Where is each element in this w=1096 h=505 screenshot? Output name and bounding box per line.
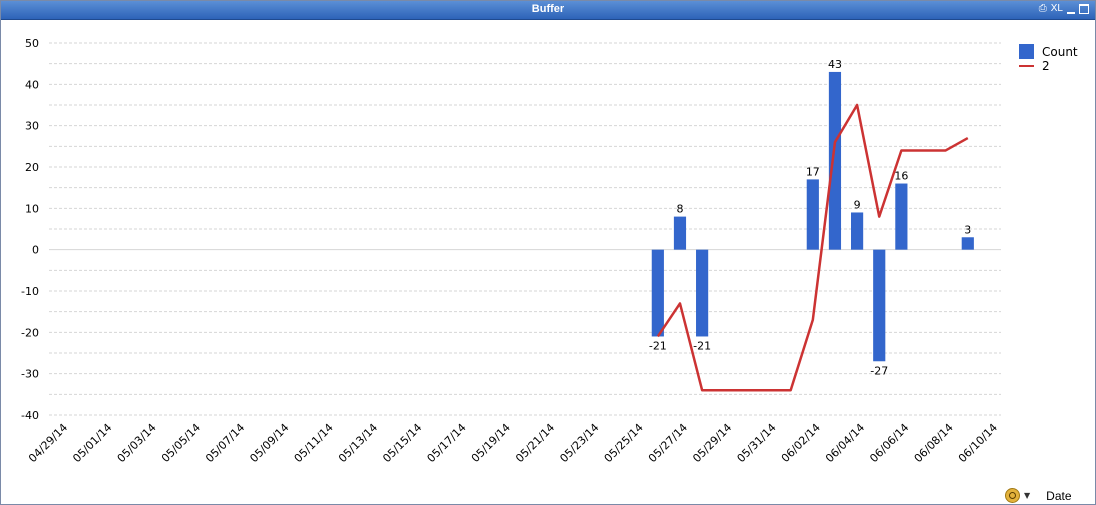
y-axis: -40 -30 -20 -10 0 10 20 30 40 50	[21, 37, 39, 422]
data-label: 16	[894, 170, 908, 183]
x-tick-label: 05/13/14	[336, 421, 380, 465]
bar	[895, 183, 908, 250]
x-axis: 04/29/14 05/01/14 05/03/14 05/05/14 05/07/14…	[26, 421, 1000, 465]
minimize-icon[interactable]	[1067, 12, 1075, 14]
x-tick-label: 05/17/14	[425, 421, 469, 465]
x-tick-label: 06/02/14	[779, 421, 823, 465]
data-label: -21	[693, 339, 711, 352]
x-tick-label: 05/29/14	[690, 421, 734, 465]
bar	[851, 212, 864, 250]
x-tick-label: 05/07/14	[203, 421, 247, 465]
data-label: 3	[964, 223, 971, 236]
x-tick-label: 06/06/14	[867, 421, 911, 465]
y-tick-label: 0	[32, 244, 39, 257]
x-tick-label: 05/09/14	[247, 421, 291, 465]
y-tick-label: 10	[25, 202, 39, 215]
y-tick-label: -40	[21, 409, 39, 422]
x-tick-label: 05/01/14	[70, 421, 114, 465]
x-tick-label: 05/23/14	[557, 421, 601, 465]
y-tick-label: -20	[21, 326, 39, 339]
y-tick-label: 30	[25, 120, 39, 133]
y-tick-label: 20	[25, 161, 39, 174]
bar	[673, 216, 687, 250]
x-tick-label: 05/21/14	[513, 421, 557, 465]
x-tick-label: 05/03/14	[115, 421, 159, 465]
x-tick-label: 05/19/14	[469, 421, 513, 465]
x-tick-label: 05/05/14	[159, 421, 203, 465]
maximize-icon[interactable]	[1079, 4, 1089, 14]
chevron-down-icon[interactable]: ▼	[1024, 491, 1030, 500]
x-tick-label: 05/31/14	[735, 421, 779, 465]
print-icon[interactable]: ⎙	[1039, 3, 1047, 15]
data-label: 8	[676, 203, 683, 216]
x-tick-label: 05/25/14	[602, 421, 646, 465]
data-label: 9	[854, 198, 861, 211]
dimension-cycle-control[interactable]: ▼ Date	[1005, 488, 1072, 503]
y-tick-label: -30	[21, 368, 39, 381]
x-tick-label: 06/10/14	[956, 421, 1000, 465]
title-bar-controls: ⎙ XL	[1039, 3, 1089, 15]
bar	[873, 249, 886, 362]
x-tick-label: 06/04/14	[823, 421, 867, 465]
y-tick-label: 50	[25, 37, 39, 50]
chart-window: Buffer ⎙ XL -40 -30 -20 -10 0 10 20 30 40 50 04/2…	[0, 0, 1096, 505]
data-label: 43	[828, 58, 842, 71]
bar	[651, 249, 664, 337]
bar	[696, 249, 709, 337]
y-tick-label: -10	[21, 285, 39, 298]
x-tick-label: 04/29/14	[26, 421, 70, 465]
bar	[828, 71, 842, 250]
legend-line-label: 2	[1042, 59, 1050, 73]
x-tick-label: 05/15/14	[380, 421, 424, 465]
bar	[961, 237, 974, 250]
window-title: Buffer	[531, 3, 565, 15]
legend: Count 2	[1019, 44, 1078, 73]
title-bar[interactable]: Buffer ⎙ XL	[1, 1, 1095, 20]
cycle-icon[interactable]	[1005, 488, 1020, 503]
legend-count-swatch	[1019, 44, 1034, 59]
x-dimension-label: Date	[1046, 488, 1072, 503]
bar	[806, 179, 819, 250]
x-tick-label: 06/08/14	[912, 421, 956, 465]
data-label: -21	[649, 339, 667, 352]
x-tick-label: 05/27/14	[646, 421, 690, 465]
y-tick-label: 40	[25, 78, 39, 91]
combo-chart: -40 -30 -20 -10 0 10 20 30 40 50 04/29/14 05/01/14…	[21, 37, 1078, 465]
data-label: -27	[870, 364, 888, 377]
data-label: 17	[806, 165, 820, 178]
x-tick-label: 05/11/14	[292, 421, 336, 465]
excel-icon[interactable]: XL	[1051, 3, 1063, 15]
legend-count-label: Count	[1042, 45, 1078, 59]
